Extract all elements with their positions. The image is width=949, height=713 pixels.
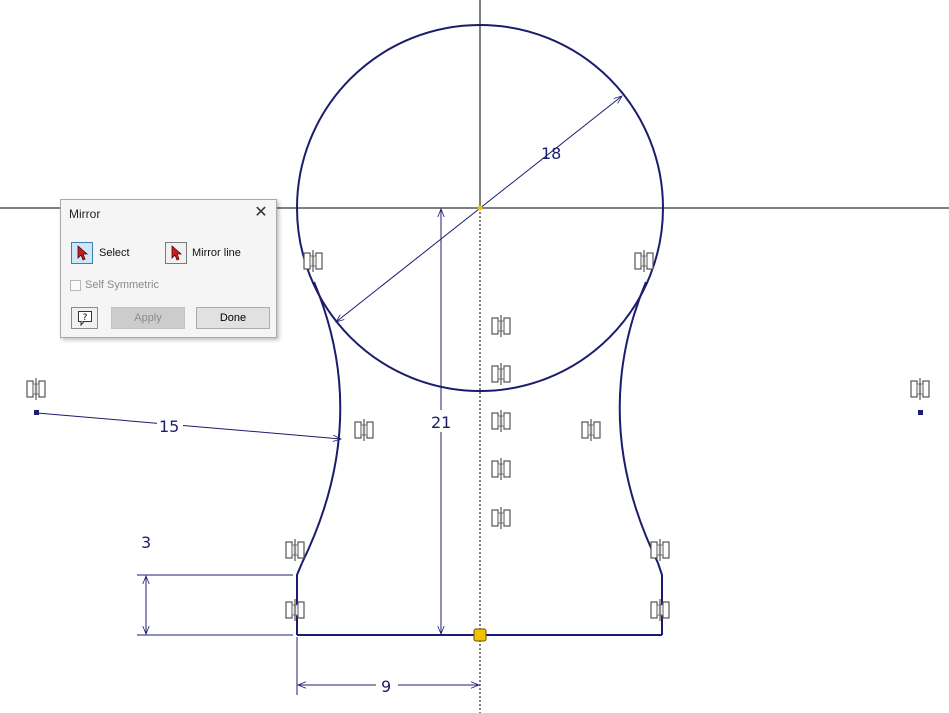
self-symmetric-checkbox[interactable] [70,280,81,291]
dim-diameter-text[interactable]: 18 [541,144,561,163]
select-arrow-icon [171,245,183,261]
sketch-canvas[interactable]: 18 21 15 3 9 [0,0,949,713]
apply-button[interactable]: Apply [111,307,185,329]
mirror-line-button[interactable] [165,242,187,264]
profile-left-step[interactable] [296,562,303,635]
symmetric-constraint-icon[interactable] [491,362,511,386]
symmetric-constraint-icon[interactable] [491,506,511,530]
symmetric-constraint-icon[interactable] [303,249,323,273]
symmetric-constraint-icon[interactable] [491,314,511,338]
symmetric-constraint-icon[interactable] [650,538,670,562]
dim-radius-center-point[interactable] [34,410,39,415]
dim-width-text[interactable]: 9 [381,677,391,696]
symmetric-constraint-icon[interactable] [634,249,654,273]
profile-left-arc[interactable] [301,281,342,564]
close-icon[interactable]: ✕ [252,204,270,222]
help-icon: ? [78,311,92,326]
svg-text:?: ? [83,313,88,323]
dim-radius-text[interactable]: 15 [159,417,179,436]
self-symmetric-label: Self Symmetric [85,279,159,291]
center-anchor-point[interactable] [473,628,487,642]
symmetric-constraint-icon[interactable] [26,377,46,401]
symmetric-constraint-icon[interactable] [491,457,511,481]
dim-height-text[interactable]: 21 [431,413,451,432]
select-button[interactable] [71,242,93,264]
mirror-line-label: Mirror line [192,247,241,259]
profile-right-arc[interactable] [618,281,659,564]
symmetric-constraint-icon[interactable] [581,418,601,442]
mirror-dialog: Mirror ✕ Select Mirror line Self Symmetr… [60,199,277,338]
symmetric-constraint-icon[interactable] [650,598,670,622]
symmetric-constraint-icon[interactable] [285,598,305,622]
dialog-title: Mirror [69,207,101,221]
dim-radius-line[interactable] [36,412,341,439]
symmetric-constraint-icon[interactable] [354,418,374,442]
symmetric-constraint-icon[interactable] [910,377,930,401]
done-button[interactable]: Done [196,307,270,329]
help-button[interactable]: ? [71,307,98,329]
sketch-point-right[interactable] [918,410,923,415]
symmetric-constraint-icon[interactable] [285,538,305,562]
select-arrow-icon [77,245,89,261]
select-label: Select [99,247,130,259]
symmetric-constraint-icon[interactable] [491,409,511,433]
origin-point[interactable] [477,205,483,211]
dim-step-text[interactable]: 3 [141,533,151,552]
